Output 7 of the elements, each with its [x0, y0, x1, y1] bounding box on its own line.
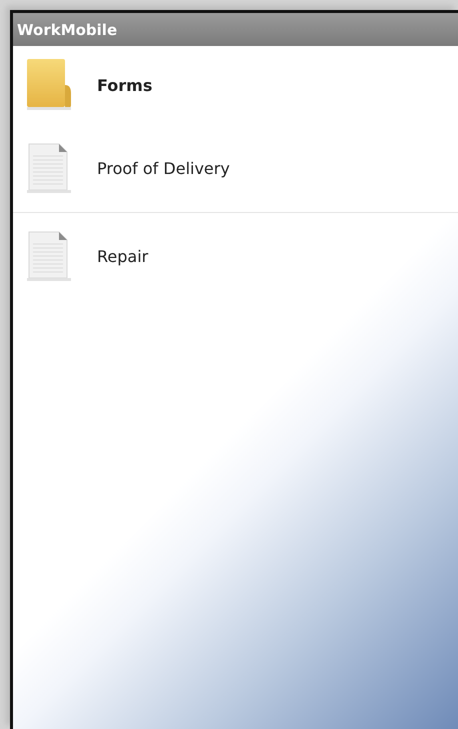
folder-icon [27, 59, 71, 111]
form-name[interactable]: Repair [97, 246, 148, 266]
window-title: WorkMobile [13, 13, 458, 46]
folder-title[interactable]: Forms [97, 76, 152, 94]
document-icon [27, 230, 71, 282]
form-name[interactable]: Proof of Delivery [97, 158, 230, 178]
document-icon [27, 142, 71, 194]
